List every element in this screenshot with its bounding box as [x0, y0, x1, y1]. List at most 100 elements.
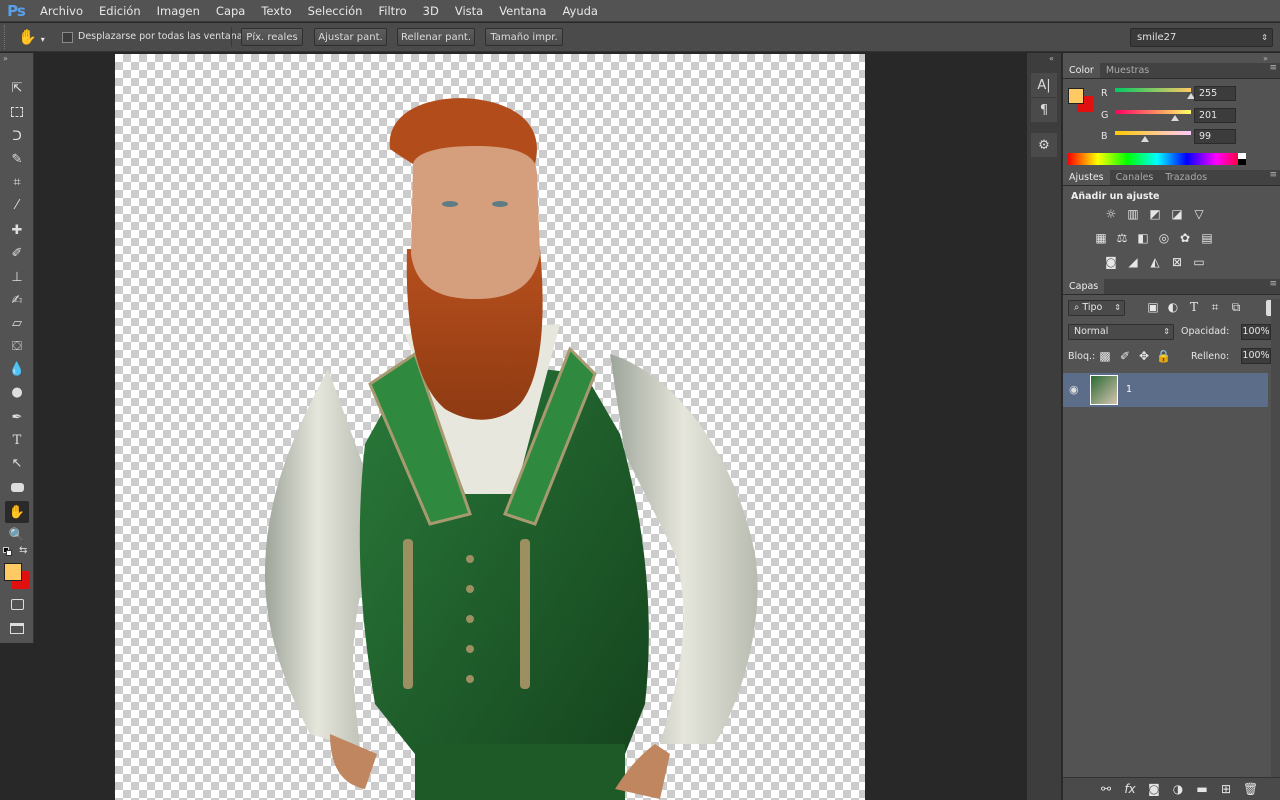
- lock-all-icon[interactable]: 🔒: [1156, 350, 1171, 363]
- quick-select-tool[interactable]: ✎: [5, 148, 29, 170]
- dodge-tool[interactable]: ●: [5, 381, 29, 403]
- hand-tool-preset-button[interactable]: ✋ ▾: [18, 28, 52, 47]
- threshold-icon[interactable]: ◭: [1148, 256, 1162, 269]
- type-tool[interactable]: T: [5, 429, 29, 451]
- fill-field[interactable]: 100%: [1241, 348, 1271, 364]
- menu-ventana[interactable]: Ventana: [491, 0, 554, 22]
- opacity-field[interactable]: 100%: [1241, 324, 1271, 340]
- black-swatch[interactable]: [1238, 159, 1246, 165]
- collapse-panels-icon[interactable]: »: [1263, 54, 1268, 63]
- tab-capas[interactable]: Capas: [1063, 279, 1105, 294]
- foreground-color-swatch[interactable]: [4, 563, 22, 581]
- add-mask-icon[interactable]: ◙: [1147, 783, 1161, 796]
- panel-menu-icon[interactable]: ≡: [1269, 279, 1277, 289]
- panel-menu-icon[interactable]: ≡: [1269, 63, 1277, 73]
- vibrance-icon[interactable]: ▽: [1192, 208, 1206, 221]
- layer-filter-select[interactable]: ⌕ Tipo ⇕: [1068, 300, 1125, 316]
- move-tool[interactable]: ⇱: [5, 77, 29, 99]
- print-size-button[interactable]: Tamaño impr.: [485, 28, 563, 46]
- levels-icon[interactable]: ▥: [1126, 208, 1140, 221]
- menu-vista[interactable]: Vista: [447, 0, 491, 22]
- zoom-tool[interactable]: 🔍: [5, 524, 29, 546]
- brightness-icon[interactable]: ☼: [1104, 208, 1118, 221]
- panel-menu-icon[interactable]: ≡: [1269, 170, 1277, 180]
- shape-tool[interactable]: [5, 476, 29, 498]
- menu-filtro[interactable]: Filtro: [370, 0, 414, 22]
- color-spectrum-bar[interactable]: [1068, 153, 1246, 165]
- channel-g-slider[interactable]: [1115, 110, 1191, 114]
- delete-layer-icon[interactable]: 🗑: [1243, 783, 1258, 796]
- visibility-eye-icon[interactable]: ◉: [1069, 383, 1079, 396]
- filter-type-icon[interactable]: T: [1187, 301, 1201, 314]
- screen-mode-button[interactable]: [5, 617, 29, 639]
- lasso-tool[interactable]: ᑐ: [5, 125, 29, 147]
- menu-capa[interactable]: Capa: [208, 0, 253, 22]
- tab-ajustes[interactable]: Ajustes: [1063, 170, 1110, 185]
- hue-saturation-icon[interactable]: ▦: [1094, 232, 1108, 245]
- hand-tool[interactable]: ✋: [5, 501, 29, 523]
- photo-filter-icon[interactable]: ◎: [1157, 232, 1171, 245]
- healing-tool[interactable]: ✚: [5, 219, 29, 241]
- collapse-dock-icon[interactable]: «: [1049, 54, 1054, 63]
- new-layer-icon[interactable]: ⊞: [1219, 783, 1233, 796]
- blend-mode-select[interactable]: Normal ⇕: [1068, 324, 1174, 340]
- marquee-tool[interactable]: [5, 101, 29, 123]
- menu-archivo[interactable]: Archivo: [32, 0, 91, 22]
- color-panel-foreground-swatch[interactable]: [1068, 88, 1084, 104]
- workspace-select[interactable]: smile27 ⇕: [1130, 28, 1273, 47]
- black-white-icon[interactable]: ◧: [1136, 232, 1150, 245]
- menu-3d[interactable]: 3D: [415, 0, 447, 22]
- tab-color[interactable]: Color: [1063, 63, 1100, 78]
- channel-mixer-icon[interactable]: ✿: [1178, 232, 1192, 245]
- channel-r-slider[interactable]: [1115, 88, 1191, 92]
- character-panel-button[interactable]: A|: [1031, 73, 1057, 97]
- blur-tool[interactable]: 💧: [5, 358, 29, 380]
- layer-row[interactable]: ◉ 1: [1063, 373, 1268, 407]
- filter-shape-icon[interactable]: ⌗: [1208, 301, 1222, 314]
- tab-muestras[interactable]: Muestras: [1100, 63, 1155, 78]
- fit-screen-button[interactable]: Ajustar pant.: [314, 28, 387, 46]
- gradient-map-icon[interactable]: ▭: [1192, 256, 1206, 269]
- layers-scrollbar[interactable]: [1271, 299, 1280, 799]
- bucket-tool[interactable]: ⛋: [5, 335, 29, 357]
- menu-texto[interactable]: Texto: [253, 0, 299, 22]
- channel-r-value[interactable]: 255: [1194, 86, 1236, 101]
- channel-g-value[interactable]: 201: [1194, 108, 1236, 123]
- color-lookup-icon[interactable]: ▤: [1200, 232, 1214, 245]
- menu-seleccion[interactable]: Selección: [300, 0, 371, 22]
- filter-smart-icon[interactable]: ⧉: [1229, 301, 1243, 314]
- document-canvas[interactable]: [115, 54, 865, 800]
- channel-b-thumb[interactable]: [1140, 136, 1149, 142]
- color-balance-icon[interactable]: ⚖: [1115, 232, 1129, 245]
- tool-presets-button[interactable]: ⚙: [1031, 133, 1057, 157]
- filter-adjust-icon[interactable]: ◐: [1166, 301, 1180, 314]
- filter-pixel-icon[interactable]: ▣: [1146, 301, 1160, 314]
- history-brush-tool[interactable]: ✍: [5, 289, 29, 311]
- swap-colors-icon[interactable]: ⇆: [19, 545, 27, 556]
- new-group-icon[interactable]: ▬: [1195, 783, 1209, 796]
- lock-transparency-icon[interactable]: ▩: [1098, 350, 1112, 363]
- tab-canales[interactable]: Canales: [1110, 170, 1160, 185]
- pen-tool[interactable]: ✒: [5, 406, 29, 428]
- lock-pixels-icon[interactable]: ✐: [1118, 350, 1132, 363]
- channel-b-slider[interactable]: [1115, 131, 1191, 135]
- paragraph-panel-button[interactable]: ¶: [1031, 98, 1057, 122]
- fill-screen-button[interactable]: Rellenar pant.: [397, 28, 475, 46]
- selective-color-icon[interactable]: ⊠: [1170, 256, 1184, 269]
- new-adjustment-icon[interactable]: ◑: [1171, 783, 1185, 796]
- default-colors-icon[interactable]: [3, 547, 13, 557]
- menu-ayuda[interactable]: Ayuda: [554, 0, 606, 22]
- crop-tool[interactable]: ⌗: [5, 171, 29, 193]
- scroll-all-windows-checkbox[interactable]: [62, 32, 73, 43]
- quick-mask-button[interactable]: [5, 593, 29, 615]
- exposure-icon[interactable]: ◪: [1170, 208, 1184, 221]
- eyedropper-tool[interactable]: ⁄: [5, 194, 29, 216]
- lock-position-icon[interactable]: ✥: [1137, 350, 1151, 363]
- channel-b-value[interactable]: 99: [1194, 129, 1236, 144]
- stamp-tool[interactable]: ⊥: [5, 266, 29, 288]
- menu-edicion[interactable]: Edición: [91, 0, 149, 22]
- brush-tool[interactable]: ✐: [5, 242, 29, 264]
- actual-pixels-button[interactable]: Píx. reales: [241, 28, 303, 46]
- tab-trazados[interactable]: Trazados: [1159, 170, 1213, 185]
- curves-icon[interactable]: ◩: [1148, 208, 1162, 221]
